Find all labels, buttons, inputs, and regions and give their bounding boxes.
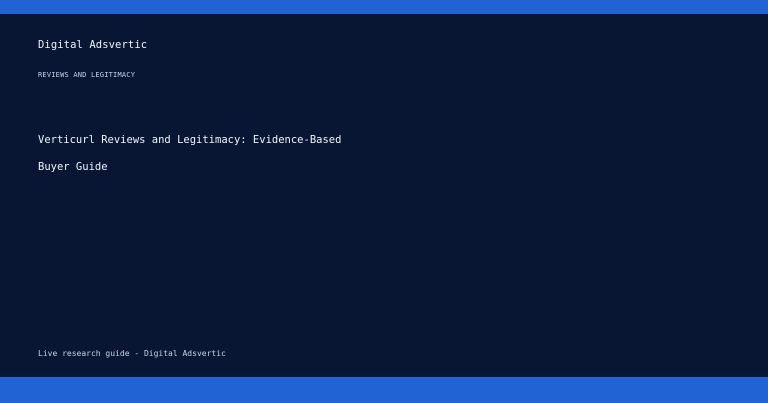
footer-caption: Live research guide - Digital Adsvertic bbox=[38, 349, 226, 358]
category-label: REVIEWS AND LEGITIMACY bbox=[38, 71, 136, 79]
card-panel: Digital Adsvertic REVIEWS AND LEGITIMACY… bbox=[0, 14, 768, 377]
page-title: Verticurl Reviews and Legitimacy: Eviden… bbox=[38, 127, 598, 181]
social-preview-card: Digital Adsvertic REVIEWS AND LEGITIMACY… bbox=[0, 0, 768, 403]
brand-name: Digital Adsvertic bbox=[38, 39, 148, 51]
page-title-line-1: Verticurl Reviews and Legitimacy: Eviden… bbox=[38, 134, 342, 146]
page-title-line-2: Buyer Guide bbox=[38, 161, 108, 173]
